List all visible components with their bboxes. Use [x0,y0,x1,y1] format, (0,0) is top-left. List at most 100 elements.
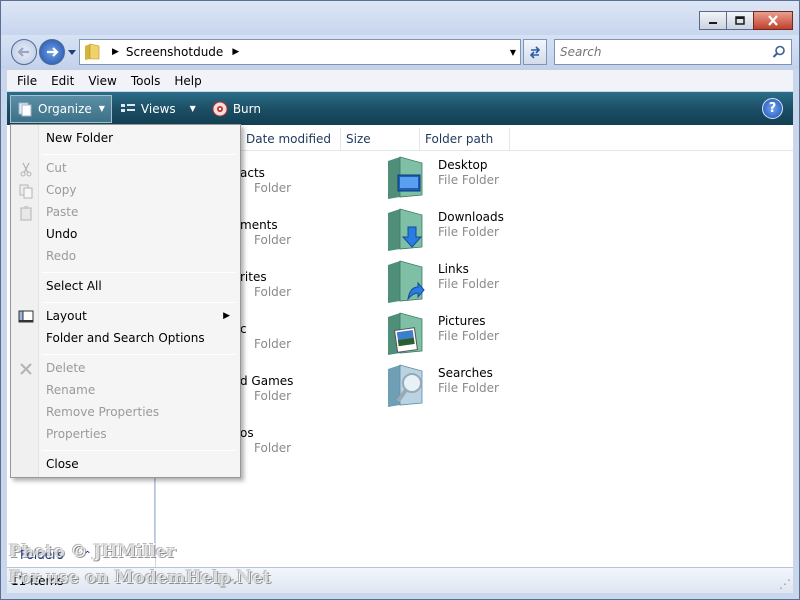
refresh-button[interactable] [523,39,547,65]
menu-item-copy[interactable]: Copy [13,180,238,202]
watermark-line-1: Photo © JHMiller [9,542,176,562]
menu-item-label: Copy [46,183,77,197]
menu-item-close[interactable]: Close [13,454,238,476]
list-item-desktop[interactable]: Desktop File Folder [386,155,526,203]
minimize-icon [709,21,717,24]
item-type: Folder [254,285,292,299]
menu-item-label: Remove Properties [46,405,160,419]
item-type: Folder [254,441,292,455]
item-name: acts [240,166,265,180]
menu-item-label: Layout [46,309,87,323]
menu-item-label: Undo [46,227,78,241]
window-controls [699,11,793,30]
menu-item-label: Redo [46,249,77,263]
item-name: Searches [438,366,493,380]
menu-item-redo[interactable]: Redo [13,246,238,268]
recent-pages-dropdown-icon[interactable] [67,47,77,57]
menu-item-label: Delete [46,361,86,375]
menu-item-new-folder[interactable]: New Folder [13,128,238,150]
maximize-button[interactable] [726,11,754,30]
menu-tools[interactable]: Tools [124,74,168,88]
item-type: File Folder [438,329,499,343]
column-date-modified[interactable]: Date modified [241,128,341,151]
column-folder-path[interactable]: Folder path [420,128,510,151]
menu-separator [42,450,236,451]
minimize-button[interactable] [699,11,727,30]
back-arrow-icon [17,47,29,57]
menu-item-paste[interactable]: Paste [13,202,238,224]
column-headers: Date modified Size Folder path [156,128,793,151]
desktop-folder-icon [388,156,423,199]
burn-label: Burn [232,101,261,116]
menu-item-label: Cut [46,161,67,175]
menu-item-label: Paste [46,205,79,219]
menu-item-cut[interactable]: Cut [13,158,238,180]
burn-disc-icon [212,101,228,116]
search-input[interactable] [560,45,760,59]
menu-item-undo[interactable]: Undo [13,224,238,246]
menu-item-label: Properties [46,427,107,441]
menu-view[interactable]: View [81,74,123,88]
forward-button[interactable] [39,39,65,65]
resize-grip-icon[interactable]: ⋰ [779,577,791,591]
breadcrumb-item[interactable]: Screenshotdude [126,45,223,59]
list-item-links[interactable]: Links File Folder [386,259,526,307]
menu-separator [42,272,236,273]
item-name: Pictures [438,314,486,328]
menu-item-delete[interactable]: Delete [13,358,238,380]
address-dropdown-icon[interactable]: ▼ [510,48,516,57]
pictures-folder-icon [388,312,423,355]
column-size[interactable]: Size [341,128,420,151]
forward-arrow-icon [47,47,59,57]
watermark-line-2: For use on ModemHelp.Net [9,568,271,588]
list-item-searches[interactable]: Searches File Folder [386,363,526,411]
item-name: os [240,426,254,440]
chevron-down-icon: ▼ [98,104,105,113]
address-bar[interactable]: ▶ Screenshotdude ▶ ▼ [79,39,521,65]
menu-item-rename[interactable]: Rename [13,380,238,402]
item-name: rites [240,270,267,284]
item-type: File Folder [438,381,499,395]
menu-item-label: Folder and Search Options [46,331,205,345]
list-item-pictures[interactable]: Pictures File Folder [386,311,526,359]
menu-separator [42,354,236,355]
menu-item-layout[interactable]: Layout ▶ [13,306,238,328]
menu-file[interactable]: File [7,74,44,88]
list-item-downloads[interactable]: Downloads File Folder [386,207,526,255]
item-type: Folder [254,233,292,247]
breadcrumb-arrow-icon[interactable]: ▶ [232,47,239,57]
menu-item-select-all[interactable]: Select All [13,276,238,298]
item-name: Desktop [438,158,488,172]
menu-item-remove-properties[interactable]: Remove Properties [13,402,238,424]
item-type: File Folder [438,173,499,187]
chevron-down-icon: ▼ [189,104,196,113]
menu-help[interactable]: Help [167,74,208,88]
submenu-arrow-icon: ▶ [223,311,230,321]
title-bar[interactable] [1,1,799,35]
item-name: d Games [240,374,294,388]
views-label: Views [140,101,176,116]
menu-edit[interactable]: Edit [44,74,81,88]
item-type: Folder [254,337,292,351]
organize-button[interactable]: Organize ▼ [10,94,112,123]
delete-x-icon [20,363,32,375]
breadcrumb-root-arrow-icon[interactable]: ▶ [112,47,119,57]
search-icon[interactable] [772,45,786,59]
item-type: Folder [254,389,292,403]
menu-item-label: Select All [46,279,102,293]
links-folder-icon [388,260,425,303]
menu-item-folder-options[interactable]: Folder and Search Options [13,328,238,350]
help-button[interactable]: ? [762,98,783,119]
close-window-button[interactable] [753,11,793,30]
menu-item-properties[interactable]: Properties [13,424,238,446]
menu-item-label: New Folder [46,131,114,145]
menu-separator [42,154,236,155]
views-button[interactable]: Views ▼ [114,95,202,123]
item-type: Folder [254,181,292,195]
back-button[interactable] [11,39,37,65]
file-list[interactable]: Date modified Size Folder path acts Fold… [156,125,793,567]
burn-button[interactable]: Burn [206,95,267,123]
organize-icon [18,102,32,116]
search-box[interactable] [554,39,792,65]
menu-item-label: Close [46,457,79,471]
